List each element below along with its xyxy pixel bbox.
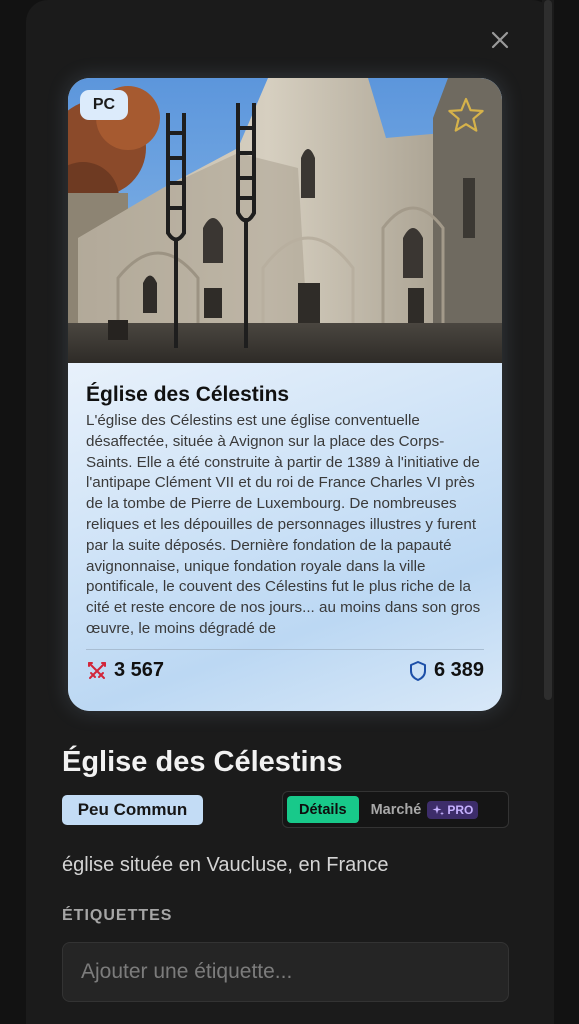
card-description: L'église des Célestins est une église co… <box>86 412 481 637</box>
defense-stat: 6 389 <box>408 659 484 682</box>
rarity-badge: Peu Commun <box>62 795 203 825</box>
pro-label: PRO <box>447 802 474 817</box>
monument-photo: PC <box>68 78 502 363</box>
monument-card[interactable]: PC Église des Célestins L'église des Cél… <box>68 78 502 711</box>
attack-value: 3 567 <box>114 659 165 681</box>
platform-badge: PC <box>80 90 128 120</box>
tab-details[interactable]: Détails <box>287 796 359 823</box>
star-icon <box>448 97 484 132</box>
card-title: Église des Célestins <box>86 383 290 406</box>
defense-value: 6 389 <box>433 659 484 681</box>
attack-stat: 3 567 <box>86 659 164 682</box>
tag-input[interactable] <box>62 942 509 1002</box>
tab-market[interactable]: Marché PRO <box>367 796 483 823</box>
pro-badge: PRO <box>427 800 479 819</box>
view-tabs: Détails Marché PRO <box>282 791 509 828</box>
tab-market-label: Marché <box>370 801 422 818</box>
scrollbar-thumb[interactable] <box>544 0 552 700</box>
sparkles-icon <box>432 804 445 815</box>
crossed-swords-icon <box>88 661 106 679</box>
favorite-button[interactable] <box>446 96 486 134</box>
close-button[interactable] <box>486 26 514 54</box>
card-divider <box>86 649 484 650</box>
tags-label: ÉTIQUETTES <box>62 907 173 924</box>
card-body: Église des Célestins L'église des Célest… <box>68 363 502 711</box>
page-title: Église des Célestins <box>62 746 343 778</box>
close-icon <box>491 31 509 49</box>
shield-icon <box>409 660 426 681</box>
subtitle: église située en Vaucluse, en France <box>62 854 389 876</box>
